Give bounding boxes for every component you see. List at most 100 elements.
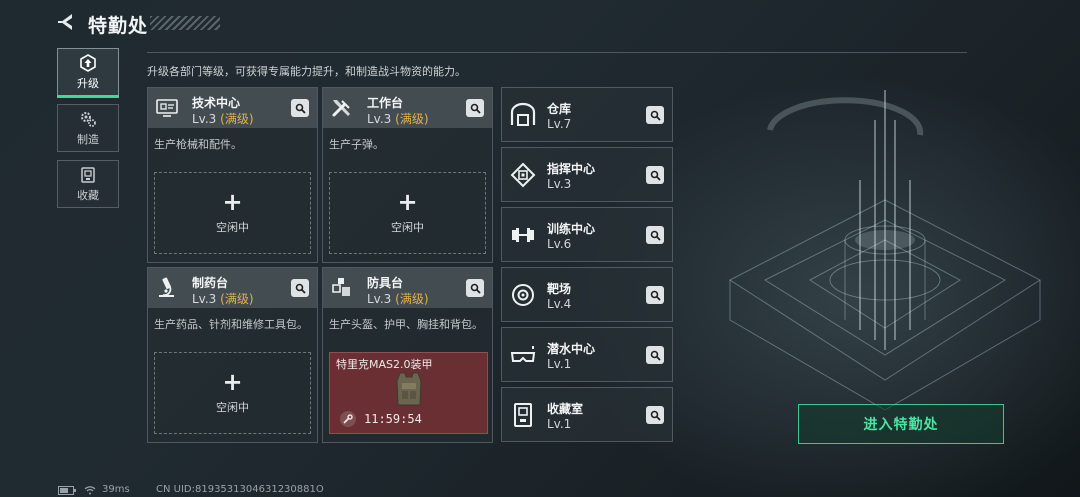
wrench-icon (340, 411, 356, 427)
max-level-tag: (满级) (395, 292, 429, 306)
tab-label: 升级 (77, 76, 99, 90)
inspect-button[interactable] (646, 166, 664, 184)
body-armor-image (396, 372, 422, 406)
inspect-button[interactable] (646, 406, 664, 424)
tech-center-icon (156, 99, 178, 117)
facility-name: 潜水中心 (547, 342, 596, 356)
plus-icon: + (222, 188, 243, 216)
facility-name: 仓库 (547, 102, 572, 116)
page-description: 升级各部门等级，可获得专属能力提升，和制造战斗物资的能力。 (147, 65, 466, 78)
workbench-icon (332, 100, 350, 117)
workshop-card-tech-center[interactable]: 技术中心 Lv.3 (满级) 生产枪械和配件。 + 空闲中 (147, 87, 318, 263)
collection-room-icon (514, 403, 532, 427)
page-title: 特勤处 (88, 15, 149, 37)
search-icon (470, 103, 481, 114)
workshop-card-pharmacy[interactable]: 制药台 Lv.3 (满级) 生产药品、针剂和维修工具包。 + 空闲中 (147, 267, 318, 443)
facility-level: Lv.1 (547, 417, 572, 431)
workshop-name: 工作台 (367, 96, 404, 110)
inspect-button[interactable] (466, 99, 484, 117)
inspect-button[interactable] (646, 106, 664, 124)
upgrade-icon (80, 53, 96, 72)
facility-level: Lv.7 (547, 117, 572, 131)
facility-diving-center[interactable]: 潜水中心 Lv.1 (501, 327, 673, 382)
inspect-button[interactable] (291, 99, 309, 117)
chip-icon (510, 162, 536, 188)
workshop-description: 生产枪械和配件。 (154, 138, 242, 151)
facility-name: 收藏室 (547, 402, 584, 416)
workshop-level: Lv.3 (满级) (367, 112, 429, 126)
facility-warehouse[interactable]: 仓库 Lv.7 (501, 87, 673, 142)
target-icon (512, 284, 534, 306)
max-level-tag: (满级) (220, 292, 254, 306)
facility-name: 靶场 (547, 282, 572, 296)
inspect-button[interactable] (291, 279, 309, 297)
back-arrow-icon[interactable] (56, 11, 78, 33)
title-decoration (150, 16, 220, 30)
plus-icon: + (222, 368, 243, 396)
ping-readout: 39ms (102, 484, 130, 495)
max-level-tag: (满级) (220, 112, 254, 126)
facility-collection-room[interactable]: 收藏室 Lv.1 (501, 387, 673, 442)
plus-icon: + (397, 188, 418, 216)
search-icon (650, 110, 661, 121)
search-icon (650, 170, 661, 181)
inspect-button[interactable] (646, 286, 664, 304)
idle-production-slot[interactable]: + 空闲中 (154, 172, 311, 254)
card-header: 技术中心 Lv.3 (满级) (148, 88, 317, 128)
workshop-name: 制药台 (192, 276, 229, 290)
enter-special-ops-button[interactable]: 进入特勤处 (798, 404, 1004, 444)
armor-bench-icon (332, 278, 350, 296)
workshop-level: Lv.3 (满级) (192, 292, 254, 306)
card-header: 工作台 Lv.3 (满级) (323, 88, 492, 128)
crafting-item-name: 特里克MAS2.0装甲 (336, 358, 433, 371)
facility-shooting-range[interactable]: 靶场 Lv.4 (501, 267, 673, 322)
facility-name: 训练中心 (547, 222, 596, 236)
workshop-level: Lv.3 (满级) (192, 112, 254, 126)
facility-command-center[interactable]: 指挥中心 Lv.3 (501, 147, 673, 202)
tab-collection[interactable]: 收藏 (57, 160, 119, 208)
warehouse-icon (510, 102, 536, 126)
facility-training-center[interactable]: 训练中心 Lv.6 (501, 207, 673, 262)
idle-label: 空闲中 (216, 401, 249, 414)
tab-label: 收藏 (77, 188, 99, 202)
crafting-timer: 11:59:54 (364, 412, 422, 426)
facility-name: 指挥中心 (547, 162, 596, 176)
search-icon (650, 230, 661, 241)
workshop-description: 生产子弹。 (329, 138, 384, 151)
dumbbell-icon (512, 228, 534, 242)
idle-production-slot[interactable]: + 空闲中 (329, 172, 486, 254)
tab-craft[interactable]: 制造 (57, 104, 119, 152)
workshop-name: 防具台 (367, 276, 404, 290)
card-header: 制药台 Lv.3 (满级) (148, 268, 317, 308)
idle-label: 空闲中 (216, 221, 249, 234)
search-icon (650, 410, 661, 421)
diving-mask-icon (510, 346, 536, 362)
workshop-level: Lv.3 (满级) (367, 292, 429, 306)
inspect-button[interactable] (646, 346, 664, 364)
microscope-icon (159, 277, 174, 297)
facility-level: Lv.3 (547, 177, 572, 191)
search-icon (650, 350, 661, 361)
wifi-icon (84, 486, 96, 495)
facility-level: Lv.4 (547, 297, 572, 311)
workshop-description: 生产头盔、护甲、胸挂和背包。 (329, 318, 483, 331)
card-header: 防具台 Lv.3 (满级) (323, 268, 492, 308)
collection-icon (81, 166, 95, 183)
search-icon (295, 283, 306, 294)
workshop-card-armor-bench[interactable]: 防具台 Lv.3 (满级) 生产头盔、护甲、胸挂和背包。 特里克MAS2.0装甲… (322, 267, 493, 443)
gears-icon (81, 111, 96, 127)
idle-label: 空闲中 (391, 221, 424, 234)
tab-upgrade[interactable]: 升级 (57, 48, 119, 98)
max-level-tag: (满级) (395, 112, 429, 126)
search-icon (650, 290, 661, 301)
idle-production-slot[interactable]: + 空闲中 (154, 352, 311, 434)
inspect-button[interactable] (466, 279, 484, 297)
workshop-name: 技术中心 (192, 96, 241, 110)
base-3d-model (729, 90, 1041, 410)
inspect-button[interactable] (646, 226, 664, 244)
divider (147, 52, 967, 53)
facility-level: Lv.1 (547, 357, 572, 371)
active-production-slot[interactable]: 特里克MAS2.0装甲 11:59:54 (329, 352, 488, 434)
facility-level: Lv.6 (547, 237, 572, 251)
workshop-card-workbench[interactable]: 工作台 Lv.3 (满级) 生产子弹。 + 空闲中 (322, 87, 493, 263)
